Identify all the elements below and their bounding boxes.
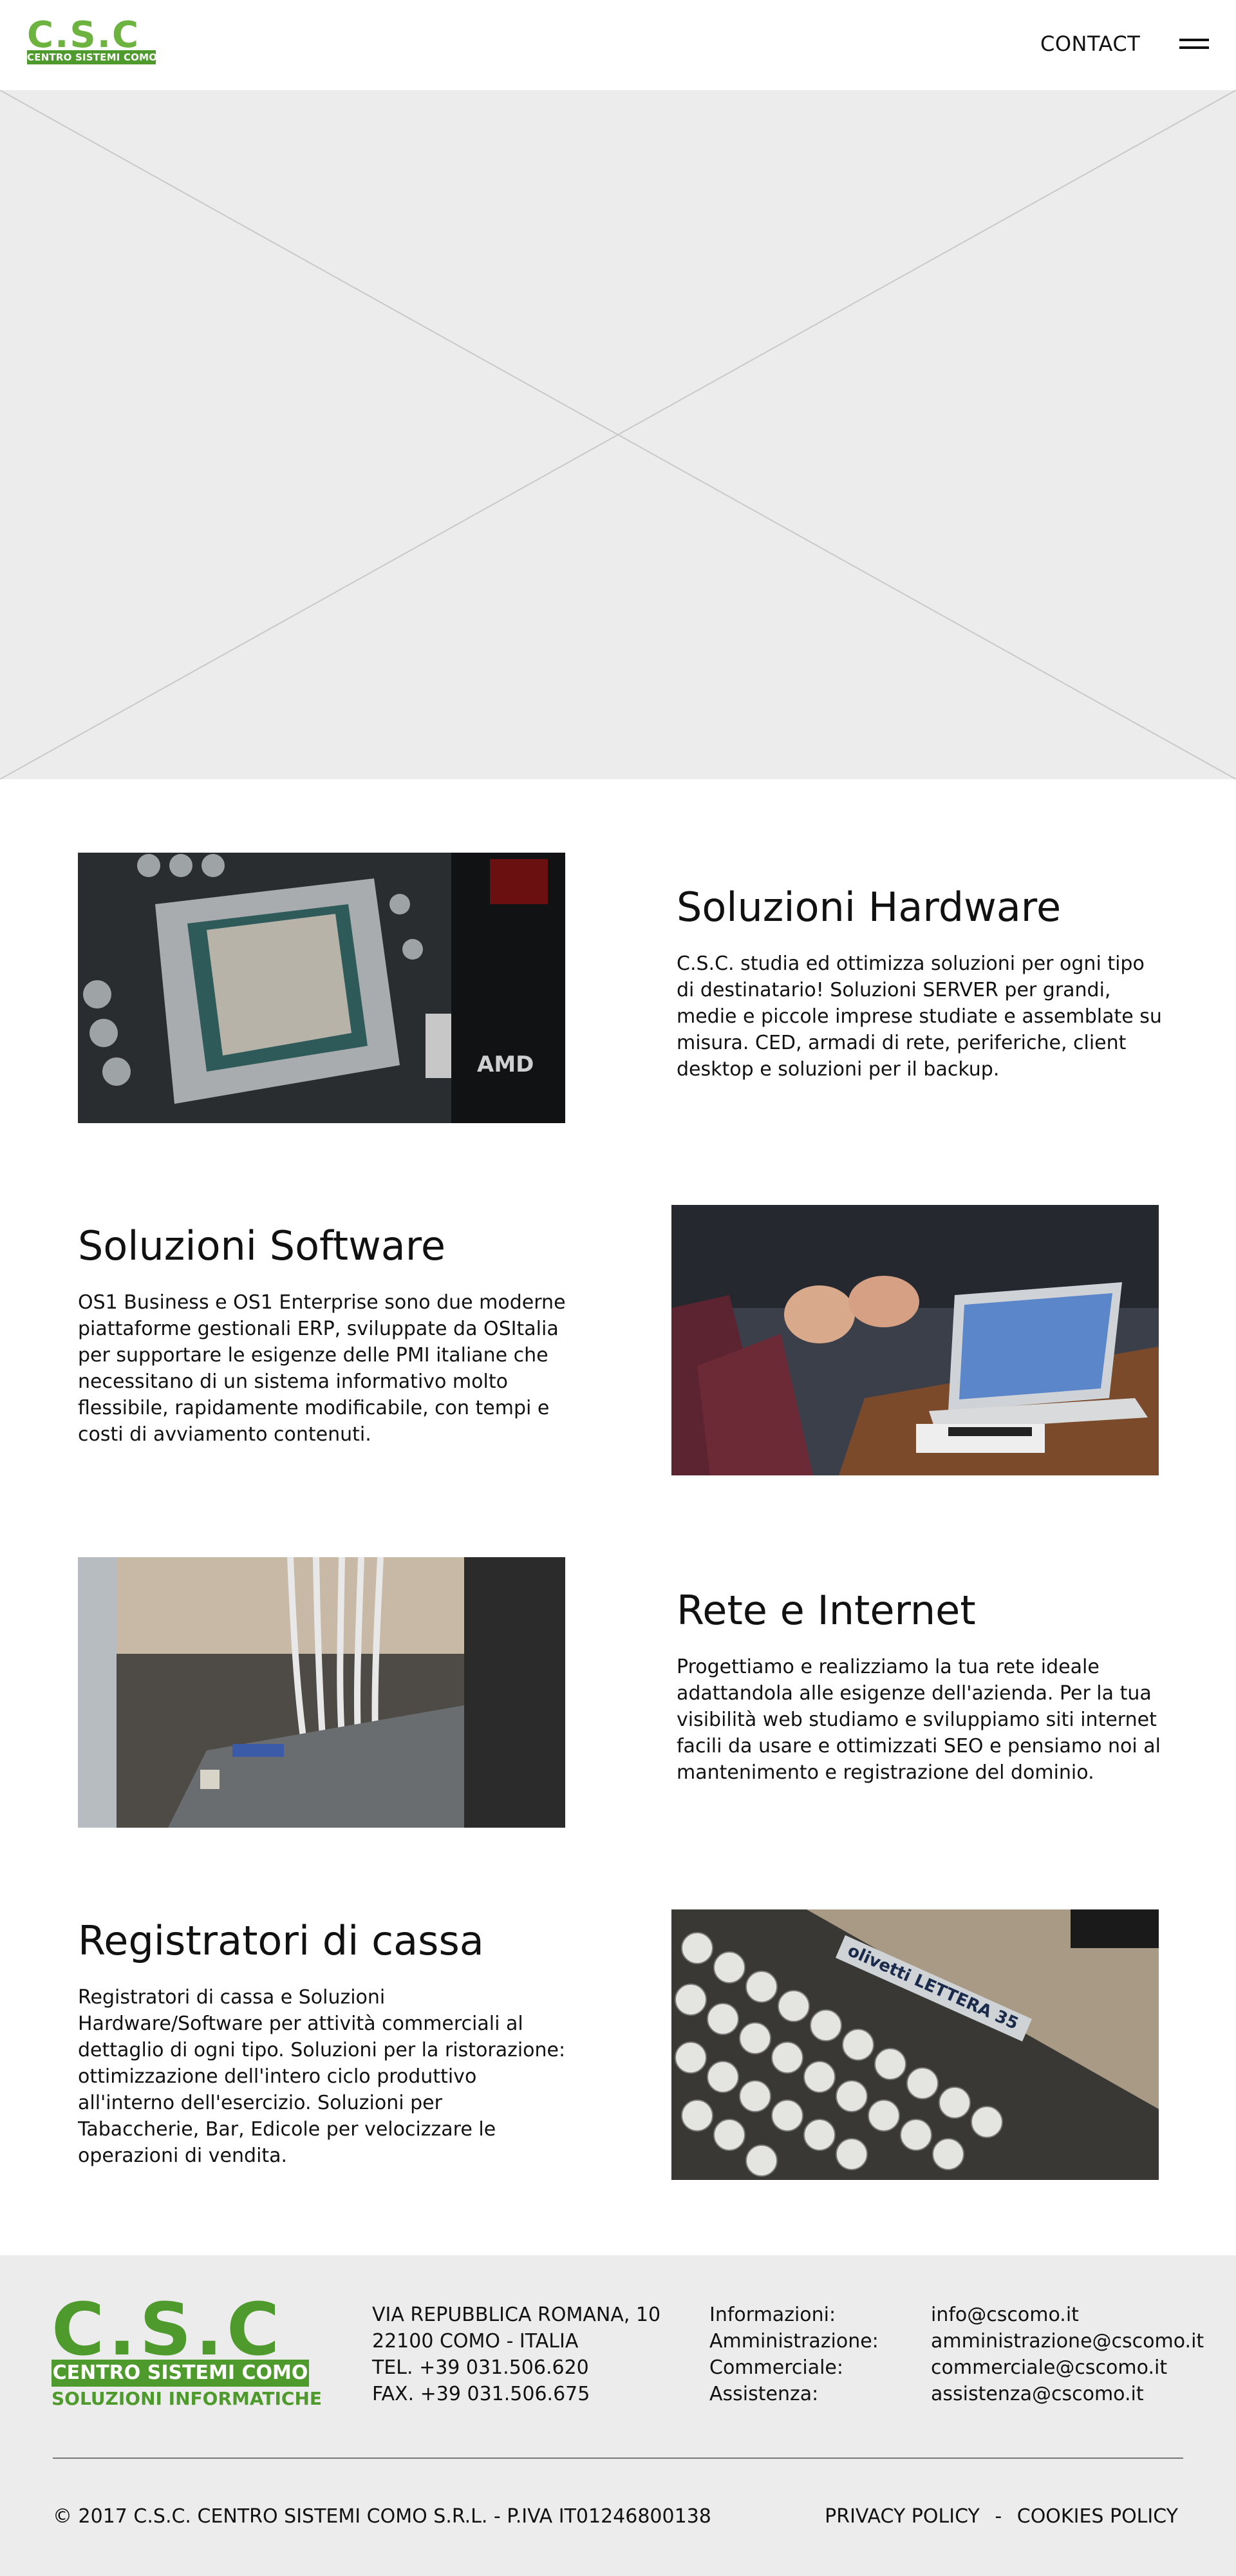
footer-contact-labels: Informazioni: Amministrazione: Commercia… [709, 2302, 879, 2407]
footer-logo-subtitle: SOLUZIONI INFORMATICHE [52, 2388, 322, 2409]
footer-logo[interactable]: C.S.C CENTRO SISTEMI COMO SOLUZIONI INFO… [52, 2288, 322, 2410]
contact-label: Amministrazione: [709, 2330, 879, 2353]
address-street: VIA REPUBBLICA ROMANA, 10 [372, 2304, 661, 2326]
cookies-policy-link[interactable]: COOKIES POLICY [1017, 2505, 1178, 2528]
footer-logo-letters: C.S.C [52, 2288, 284, 2372]
address-fax: FAX. +39 031.506.675 [372, 2383, 590, 2405]
footer-divider [53, 2458, 1183, 2459]
section-title: Soluzioni Hardware [677, 884, 1062, 931]
section-text: C.S.C. studia ed ottimizza soluzioni per… [677, 952, 1162, 1081]
hero-image-placeholder [0, 90, 1236, 779]
contact-email-link[interactable]: amministrazione@cscomo.it [931, 2328, 1204, 2354]
section-title: Soluzioni Software [78, 1222, 446, 1269]
policy-separator: - [995, 2505, 1002, 2528]
site-header: C.S.C CENTRO SISTEMI COMO CONTACT [0, 0, 1236, 90]
typewriter-image: olivetti LETTERA 35 [671, 1909, 1159, 2180]
copyright-text: © 2017 C.S.C. CENTRO SISTEMI COMO S.R.L.… [53, 2505, 711, 2528]
software-image [671, 1205, 1159, 1475]
logo-letters: C.S.C [27, 14, 140, 56]
section-title: Rete e Internet [677, 1587, 976, 1634]
footer-contact-emails: info@cscomo.it amministrazione@cscomo.it… [931, 2302, 1204, 2407]
site-footer: C.S.C CENTRO SISTEMI COMO SOLUZIONI INFO… [0, 2255, 1236, 2576]
address-city: 22100 COMO - ITALIA [372, 2330, 579, 2353]
contact-label: Assistenza: [709, 2383, 819, 2405]
logo[interactable]: C.S.C CENTRO SISTEMI COMO [27, 14, 156, 66]
contact-email-link[interactable]: commerciale@cscomo.it [931, 2354, 1204, 2381]
svg-text:AMD: AMD [477, 1052, 534, 1077]
footer-address: VIA REPUBBLICA ROMANA, 10 22100 COMO - I… [372, 2302, 660, 2407]
hamburger-menu-icon[interactable] [1179, 37, 1209, 50]
address-phone: TEL. +39 031.506.620 [372, 2356, 589, 2379]
placeholder-cross-lines [0, 90, 1236, 779]
privacy-policy-link[interactable]: PRIVACY POLICY [825, 2505, 980, 2528]
section-text: OS1 Business e OS1 Enterprise sono due m… [78, 1291, 566, 1446]
contact-email-link[interactable]: info@cscomo.it [931, 2302, 1204, 2328]
logo-bar-text: CENTRO SISTEMI COMO [27, 50, 156, 64]
hardware-image: AMD [78, 853, 565, 1123]
contact-label: Informazioni: [709, 2304, 836, 2326]
contact-email-link[interactable]: assistenza@cscomo.it [931, 2381, 1204, 2407]
footer-logo-bar: CENTRO SISTEMI COMO [52, 2360, 309, 2387]
contact-label: Commerciale: [709, 2356, 843, 2379]
section-text: Progettiamo e realizziamo la tua rete id… [677, 1656, 1161, 1784]
section-title: Registratori di cassa [78, 1917, 484, 1964]
policy-links: PRIVACY POLICY - COOKIES POLICY [825, 2505, 1178, 2528]
network-image [78, 1557, 565, 1828]
contact-link[interactable]: CONTACT [1040, 32, 1140, 56]
section-text: Registratori di cassa e Soluzioni Hardwa… [78, 1986, 566, 2167]
